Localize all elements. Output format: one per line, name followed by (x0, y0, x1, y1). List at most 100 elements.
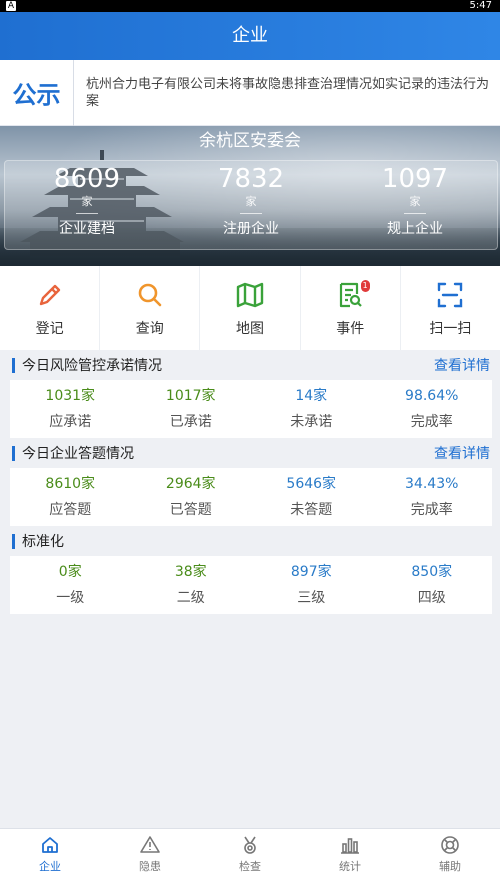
section-marker (12, 357, 15, 373)
tab-assist[interactable]: 辅助 (400, 829, 500, 876)
shortcut-label: 登记 (35, 321, 64, 337)
stat-unit: 家 (245, 195, 257, 208)
stat-label: 应答题 (49, 502, 92, 518)
stat-label: 未承诺 (290, 414, 333, 430)
view-details-link[interactable]: 查看详情 (434, 355, 490, 375)
stat-label: 已承诺 (169, 414, 212, 430)
stat-cell[interactable]: 1017家 已承诺 (131, 380, 252, 438)
stat-label: 规上企业 (387, 221, 443, 237)
stat-unit: 家 (409, 195, 421, 208)
stat-cell[interactable]: 850家 四级 (372, 556, 493, 614)
shortcut-register[interactable]: 登记 (0, 266, 101, 350)
shortcut-map[interactable]: 地图 (200, 266, 301, 350)
stat-cell[interactable]: 897家 三级 (251, 556, 372, 614)
stat-value: 8610家 (45, 476, 96, 492)
shortcut-query[interactable]: 查询 (100, 266, 201, 350)
stat-cell[interactable]: 1031家 应承诺 (10, 380, 131, 438)
stat-value: 0家 (58, 564, 82, 580)
stat-unit: 家 (81, 195, 93, 208)
stat-value: 34.43% (405, 476, 459, 492)
lifebuoy-icon (441, 836, 459, 854)
standard-section-header: 标准化 (0, 527, 500, 555)
risk-stats-card: 1031家 应承诺 1017家 已承诺 14家 未承诺 98.64% 完成率 (10, 380, 492, 438)
notice-text[interactable]: 杭州合力电子有限公司未将事故隐患排查治理情况如实记录的违法行为案 (74, 76, 500, 110)
stat-cell[interactable]: 2964家 已答题 (131, 468, 252, 526)
stat-value: 5646家 (286, 476, 337, 492)
stat-cell[interactable]: 8610家 应答题 (10, 468, 131, 526)
shortcut-label: 扫一扫 (429, 321, 472, 337)
stat-divider (404, 213, 426, 214)
section-title: 标准化 (22, 534, 64, 550)
tab-label: 统计 (339, 860, 361, 873)
section-marker (12, 445, 15, 461)
shortcut-label: 地图 (236, 321, 264, 337)
notice-banner[interactable]: 公示 杭州合力电子有限公司未将事故隐患排查治理情况如实记录的违法行为案 (0, 59, 500, 126)
stat-cell[interactable]: 14家 未承诺 (251, 380, 372, 438)
stat-value: 98.64% (405, 388, 459, 404)
stat-cell[interactable]: 5646家 未答题 (251, 468, 372, 526)
risk-section-header: 今日风险管控承诺情况 查看详情 (0, 351, 500, 379)
stat-value: 38家 (174, 564, 207, 580)
stat-value: 1031家 (45, 388, 96, 404)
stat-divider (76, 213, 98, 214)
stat-registered[interactable]: 7832 家 注册企业 (169, 161, 333, 249)
stat-label: 注册企业 (223, 221, 279, 237)
section-title-wrap: 今日风险管控承诺情况 (12, 355, 162, 375)
stats-banner: 余杭区安委会 8609 家 企业建档 7832 家 注册企业 1097 家 规上… (0, 126, 500, 266)
notice-tag: 公示 (0, 59, 74, 126)
map-icon (236, 282, 264, 308)
answers-section-header: 今日企业答题情况 查看详情 (0, 439, 500, 467)
tab-label: 隐患 (139, 860, 161, 873)
tab-enterprise[interactable]: 企业 (0, 829, 100, 876)
tab-inspection[interactable]: 检查 (200, 829, 300, 876)
stat-label: 完成率 (410, 502, 453, 518)
tab-label: 辅助 (439, 860, 461, 873)
stat-label: 二级 (176, 590, 205, 606)
stat-cell[interactable]: 34.43% 完成率 (372, 468, 493, 526)
tab-statistics[interactable]: 统计 (300, 829, 400, 876)
stat-label: 完成率 (410, 414, 453, 430)
warning-icon (140, 836, 160, 853)
section-title: 今日企业答题情况 (22, 446, 134, 462)
event-badge: 1 (360, 280, 370, 292)
stat-value: 1017家 (165, 388, 216, 404)
page-title: 企业 (232, 25, 268, 46)
scan-icon (438, 282, 463, 308)
stat-value: 897家 (290, 564, 332, 580)
stat-archived[interactable]: 8609 家 企业建档 (5, 161, 169, 249)
stats-panel: 8609 家 企业建档 7832 家 注册企业 1097 家 规上企业 (4, 160, 498, 250)
tab-label: 企业 (39, 860, 61, 873)
stat-label: 三级 (297, 590, 326, 606)
tab-label: 检查 (239, 860, 261, 873)
shortcut-scan[interactable]: 扫一扫 (401, 266, 500, 350)
shortcut-label: 事件 (336, 321, 365, 337)
medal-icon (244, 836, 256, 854)
stat-number: 7832 (217, 164, 285, 194)
stat-label: 应承诺 (49, 414, 92, 430)
view-details-link[interactable]: 查看详情 (434, 443, 490, 463)
status-time: 5:47 (469, 0, 492, 11)
shortcut-label: 查询 (135, 321, 164, 337)
section-marker (12, 533, 15, 549)
shortcut-grid: 登记 查询 地图 1 事件 扫一扫 (0, 266, 500, 350)
banner-title: 余杭区安委会 (199, 131, 301, 151)
stat-cell[interactable]: 0家 一级 (10, 556, 131, 614)
stat-cell[interactable]: 38家 二级 (131, 556, 252, 614)
notification-icon: A (6, 1, 16, 11)
stat-label: 未答题 (290, 502, 333, 518)
stat-above-scale[interactable]: 1097 家 规上企业 (333, 161, 497, 249)
answers-stats-card: 8610家 应答题 2964家 已答题 5646家 未答题 34.43% 完成率 (10, 468, 492, 526)
stat-label: 四级 (417, 590, 446, 606)
standard-stats-card: 0家 一级 38家 二级 897家 三级 850家 四级 (10, 556, 492, 614)
stat-number: 8609 (53, 164, 121, 194)
tab-hazard[interactable]: 隐患 (100, 829, 200, 876)
stat-label: 一级 (56, 590, 85, 606)
stat-cell[interactable]: 98.64% 完成率 (372, 380, 493, 438)
stat-label: 企业建档 (59, 221, 115, 237)
stat-value: 2964家 (165, 476, 216, 492)
shortcut-event[interactable]: 1 事件 (301, 266, 401, 350)
home-icon (42, 837, 58, 853)
bar-chart-icon (341, 838, 359, 854)
section-title-wrap: 标准化 (12, 531, 64, 551)
stat-value: 850家 (411, 564, 453, 580)
